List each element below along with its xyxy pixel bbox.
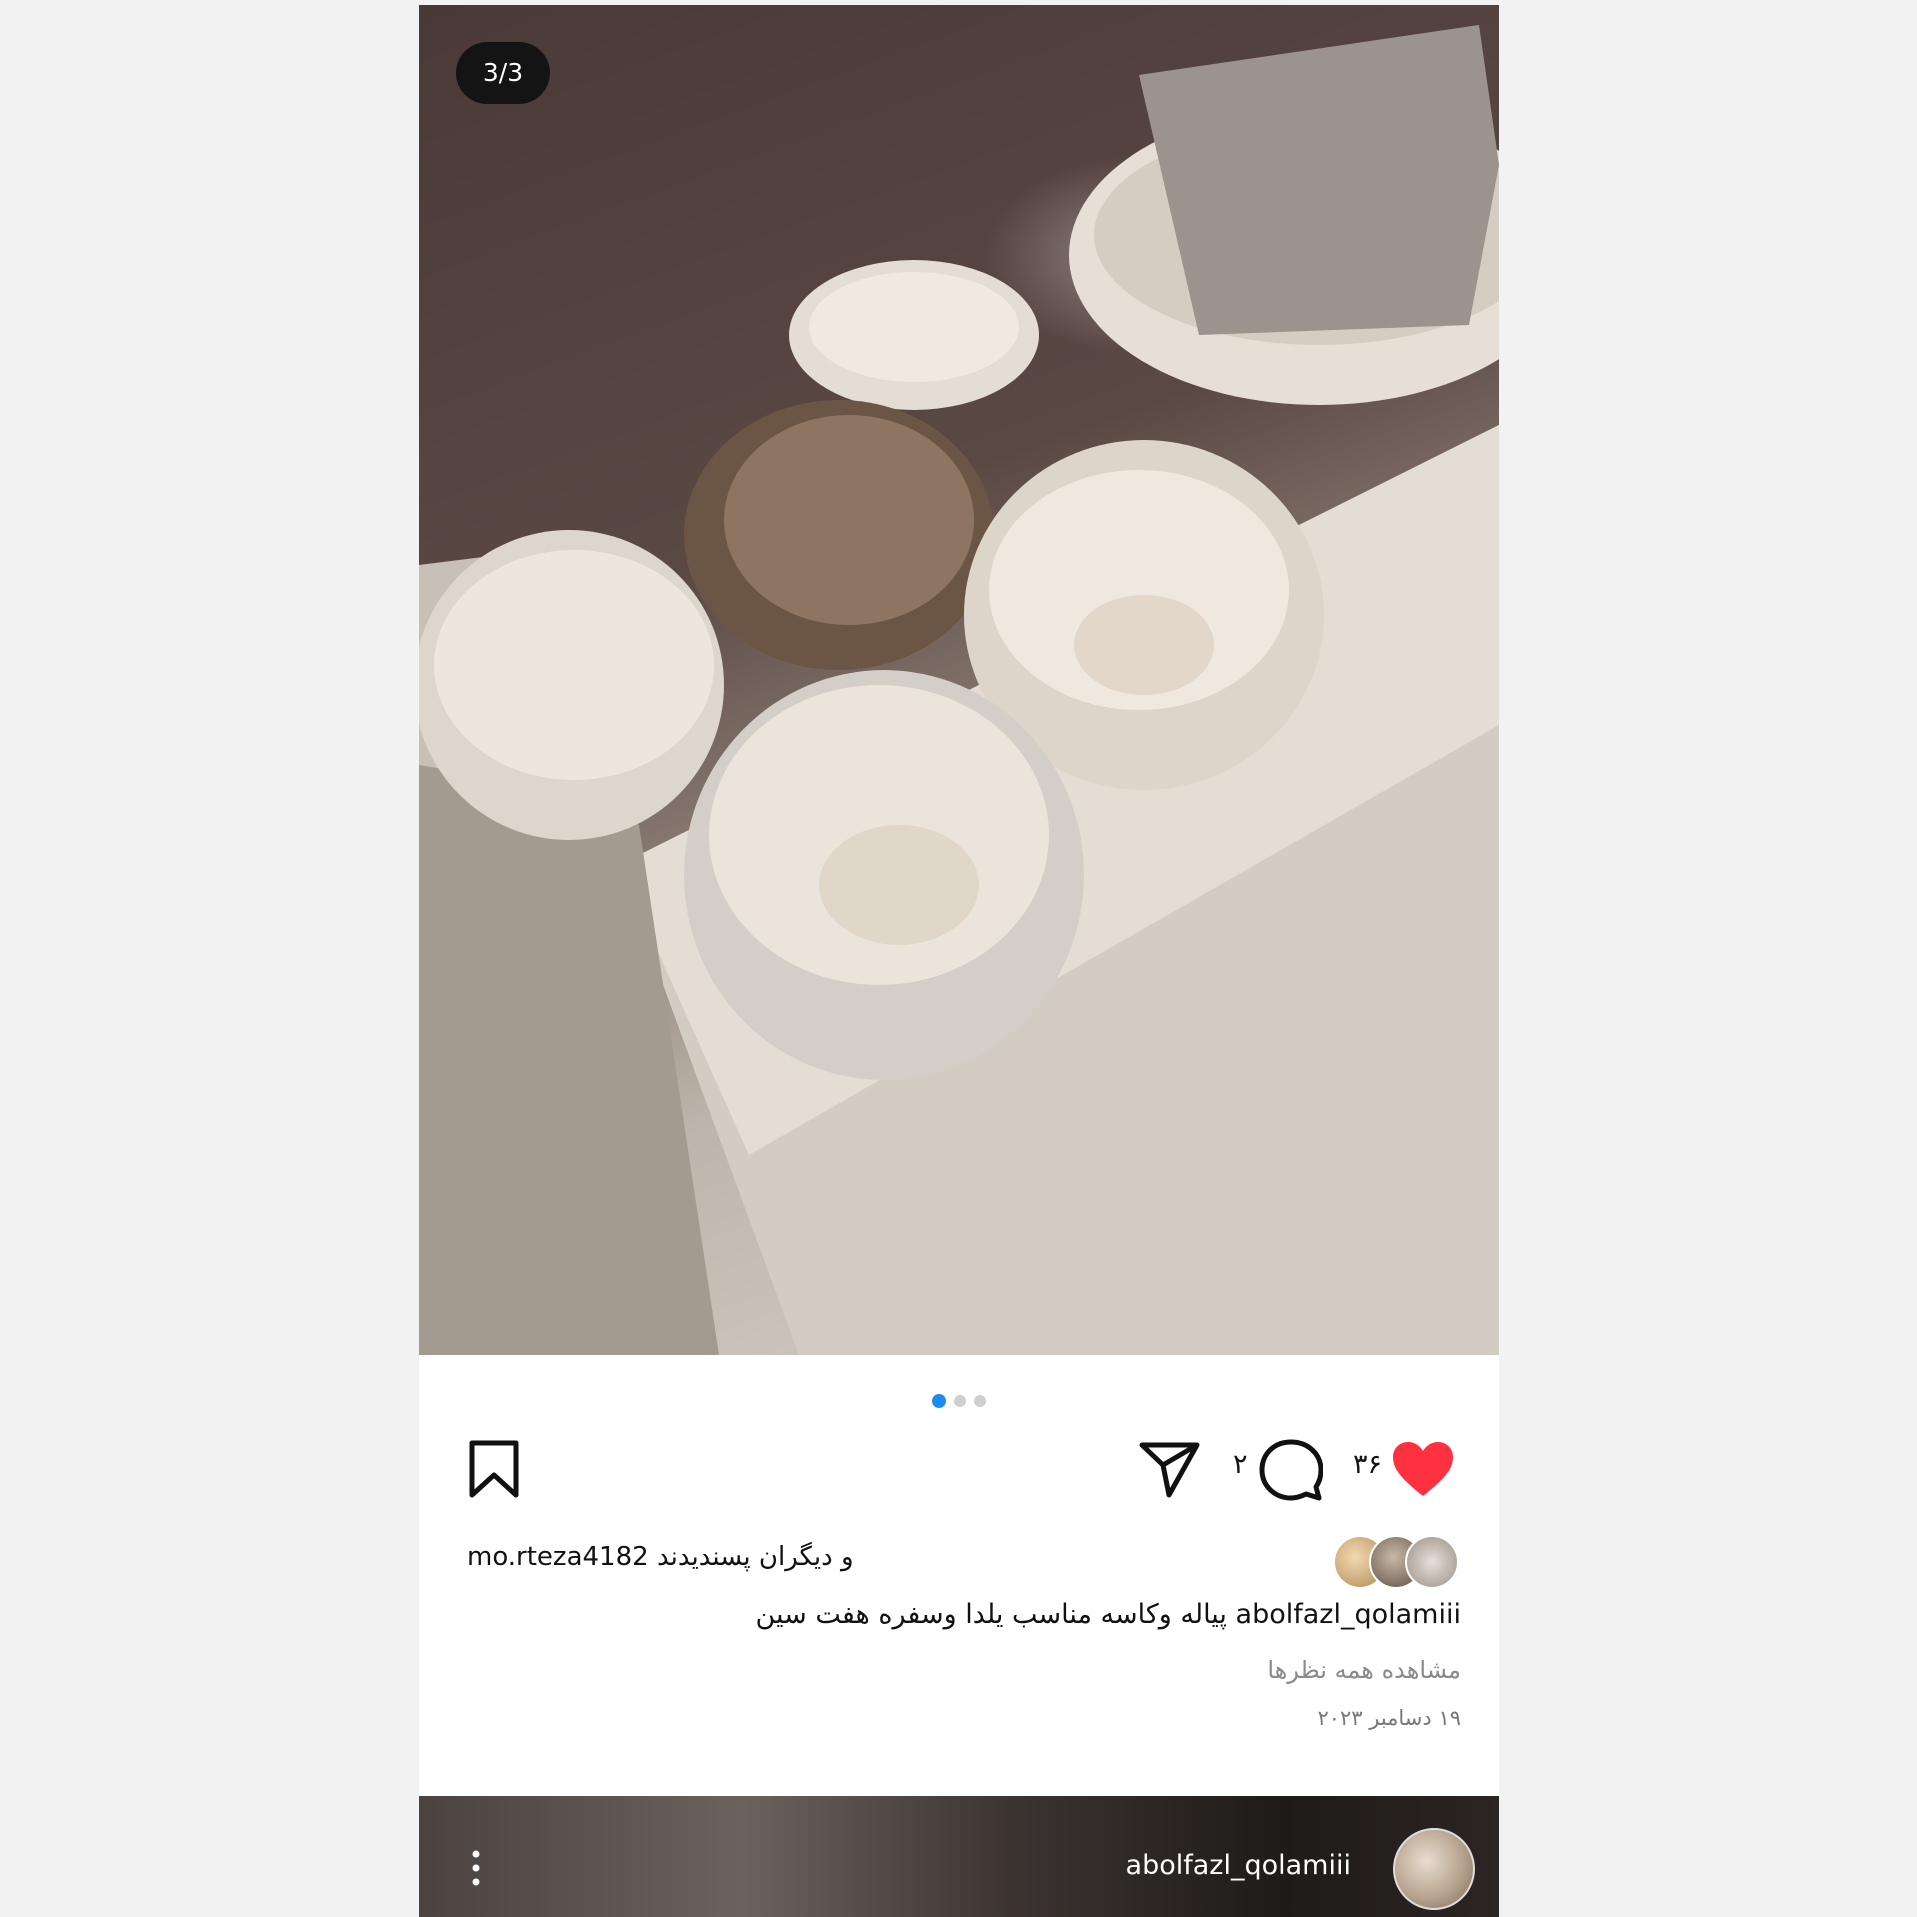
liked-by-text[interactable]: mo.rteza4182 و دیگران پسندیدند xyxy=(467,1542,854,1572)
carousel-dots xyxy=(419,1392,1499,1408)
carousel-dot xyxy=(954,1395,966,1407)
post-caption: abolfazl_qolamiii پیاله وکاسه مناسب یلدا… xyxy=(755,1599,1461,1630)
feed-post: 3/3 ۳۶ ۲ mo.rteza4182 و دیگران پسندیدند … xyxy=(419,5,1499,1917)
bookmark-icon xyxy=(469,1440,519,1498)
avatar xyxy=(1405,1535,1459,1589)
carousel-dot-active xyxy=(932,1394,946,1408)
likes-count: ۳۶ xyxy=(1353,1449,1383,1480)
more-icon xyxy=(472,1850,480,1886)
image-counter: 3/3 xyxy=(456,42,550,104)
like-button[interactable] xyxy=(1391,1440,1455,1504)
share-button[interactable] xyxy=(1139,1441,1201,1503)
more-button[interactable] xyxy=(463,1848,489,1888)
caption-username[interactable]: abolfazl_qolamiii xyxy=(1236,1599,1461,1630)
bowls-illustration xyxy=(419,25,1499,1355)
likes-summary: mo.rteza4182 و دیگران پسندیدند xyxy=(419,1530,1499,1590)
bookmark-button[interactable] xyxy=(467,1439,521,1503)
post-photo[interactable]: 3/3 xyxy=(419,5,1499,1355)
next-post-username[interactable]: abolfazl_qolamiii xyxy=(1126,1850,1351,1881)
liker-avatars[interactable] xyxy=(1333,1535,1459,1589)
share-icon xyxy=(1139,1442,1200,1498)
comment-button[interactable] xyxy=(1259,1439,1324,1505)
action-bar: ۳۶ ۲ xyxy=(419,1435,1499,1505)
caption-text: پیاله وکاسه مناسب یلدا وسفره هفت سین xyxy=(755,1599,1227,1630)
carousel-dot xyxy=(974,1395,986,1407)
heart-icon xyxy=(1393,1442,1453,1496)
post-date: ۱۹ دسامبر ۲۰۲۳ xyxy=(1317,1706,1461,1730)
avatar[interactable] xyxy=(1393,1828,1475,1910)
comments-count: ۲ xyxy=(1233,1449,1248,1480)
next-post-header: abolfazl_qolamiii xyxy=(419,1796,1499,1917)
comment-icon xyxy=(1259,1439,1324,1501)
view-all-comments-link[interactable]: مشاهده همه نظرها xyxy=(1267,1656,1461,1684)
